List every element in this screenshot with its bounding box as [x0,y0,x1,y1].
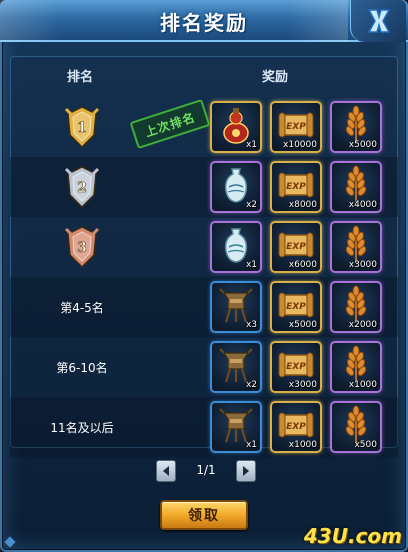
exp-scroll-icon: EXP [278,412,314,438]
item-quantity: x5000 [288,320,317,330]
reward-row: 11名及以后 x1 EXP x1000 x500 [10,397,398,457]
rank-badge-icon: 2 [64,166,100,209]
exp-scroll-icon: EXP [278,352,314,378]
wheat-icon [345,345,367,383]
reward-item-slot[interactable]: x2 [210,161,262,213]
reward-item-slot[interactable]: EXP x6000 [270,221,322,273]
rank-cell: 第6-10名 [32,337,132,397]
svg-text:EXP: EXP [286,362,306,372]
rank-cell: 第4-5名 [32,277,132,337]
pagination: 1/1 [156,460,256,482]
item-quantity: x10000 [283,140,317,150]
rank-label: 11名及以后 [50,420,114,435]
item-quantity: x5000 [348,140,377,150]
item-quantity: x4000 [348,200,377,210]
wheat-icon [345,285,367,323]
reward-item-slot[interactable]: x1000 [330,341,382,393]
reward-row: 第6-10名 x2 EXP x3000 x1000 [10,337,398,397]
item-quantity: x1 [245,440,257,450]
next-page-button[interactable] [236,460,256,482]
item-quantity: x3000 [288,380,317,390]
svg-text:EXP: EXP [286,182,306,192]
reward-item-slot[interactable]: EXP x5000 [270,281,322,333]
reward-item-slot[interactable]: x3 [210,281,262,333]
reward-item-slot[interactable]: x5000 [330,101,382,153]
item-quantity: x2000 [348,320,377,330]
item-quantity: x1 [245,140,257,150]
rank-badge-icon: 1 [64,106,100,149]
reward-item-slot[interactable]: x2000 [330,281,382,333]
item-quantity: x2 [245,380,257,390]
item-quantity: x8000 [288,200,317,210]
rank-cell: 3 [32,217,132,277]
exp-scroll-icon: EXP [278,172,314,198]
item-quantity: x1000 [348,380,377,390]
wheat-icon [345,405,367,443]
reward-item-slot[interactable]: x500 [330,401,382,453]
reward-item-slot[interactable]: x1 [210,401,262,453]
item-quantity: x3 [245,320,257,330]
item-quantity: x3000 [348,260,377,270]
close-x-icon [367,9,390,33]
porcelain-vase-icon [224,168,248,203]
rank-cell: 2 [32,157,132,217]
page-indicator: 1/1 [196,463,216,477]
close-button[interactable] [350,0,406,42]
rank-badge: 1 [64,105,100,149]
reward-item-slot[interactable]: x1 [210,101,262,153]
item-quantity: x500 [354,440,377,450]
reward-item-slot[interactable]: EXP x8000 [270,161,322,213]
rank-badge: 2 [64,165,100,209]
bronze-vessel-icon [219,408,253,443]
item-quantity: x2 [245,200,257,210]
reward-item-slot[interactable]: EXP x1000 [270,401,322,453]
reward-row: 第4-5名 x3 EXP x5000 x2000 [10,277,398,337]
rank-cell: 1 [32,97,132,157]
rank-label: 第6-10名 [56,360,108,375]
reward-item-slot[interactable]: EXP x3000 [270,341,322,393]
svg-text:3: 3 [77,240,87,256]
svg-text:EXP: EXP [286,122,306,132]
rank-cell: 11名及以后 [32,397,132,457]
svg-text:EXP: EXP [286,422,306,432]
site-watermark: 43U.com [303,524,402,548]
reward-row: 2 x2 EXP x8000 x4000 [10,157,398,217]
exp-scroll-icon: EXP [278,112,314,138]
porcelain-vase-icon [224,228,248,263]
title-bar: 排名奖励 [0,0,408,42]
prev-page-button[interactable] [156,460,176,482]
wheat-icon [345,105,367,143]
item-quantity: x6000 [288,260,317,270]
wheat-icon [345,225,367,263]
exp-scroll-icon: EXP [278,232,314,258]
svg-text:EXP: EXP [286,242,306,252]
reward-item-slot[interactable]: EXP x10000 [270,101,322,153]
item-quantity: x1 [245,260,257,270]
arrow-right-icon [243,466,249,476]
svg-text:2: 2 [77,180,87,196]
rank-badge-icon: 3 [64,226,100,269]
bronze-vessel-icon [219,348,253,383]
svg-text:1: 1 [77,120,87,136]
column-header-rank: 排名 [66,70,93,85]
gourd-bottle-icon [223,108,249,144]
item-quantity: x1000 [288,440,317,450]
reward-row: 3 x1 EXP x6000 x3000 [10,217,398,277]
rank-label: 第4-5名 [60,300,104,315]
window-title: 排名奖励 [160,11,248,35]
exp-scroll-icon: EXP [278,292,314,318]
reward-item-slot[interactable]: x3000 [330,221,382,273]
claim-button[interactable]: 领取 [160,500,248,530]
svg-text:EXP: EXP [286,302,306,312]
rank-badge: 3 [64,225,100,269]
arrow-left-icon [163,466,169,476]
reward-item-slot[interactable]: x1 [210,221,262,273]
column-header-reward: 奖励 [261,70,288,85]
wheat-icon [345,165,367,203]
reward-item-slot[interactable]: x4000 [330,161,382,213]
reward-item-slot[interactable]: x2 [210,341,262,393]
bronze-vessel-icon [219,288,253,323]
